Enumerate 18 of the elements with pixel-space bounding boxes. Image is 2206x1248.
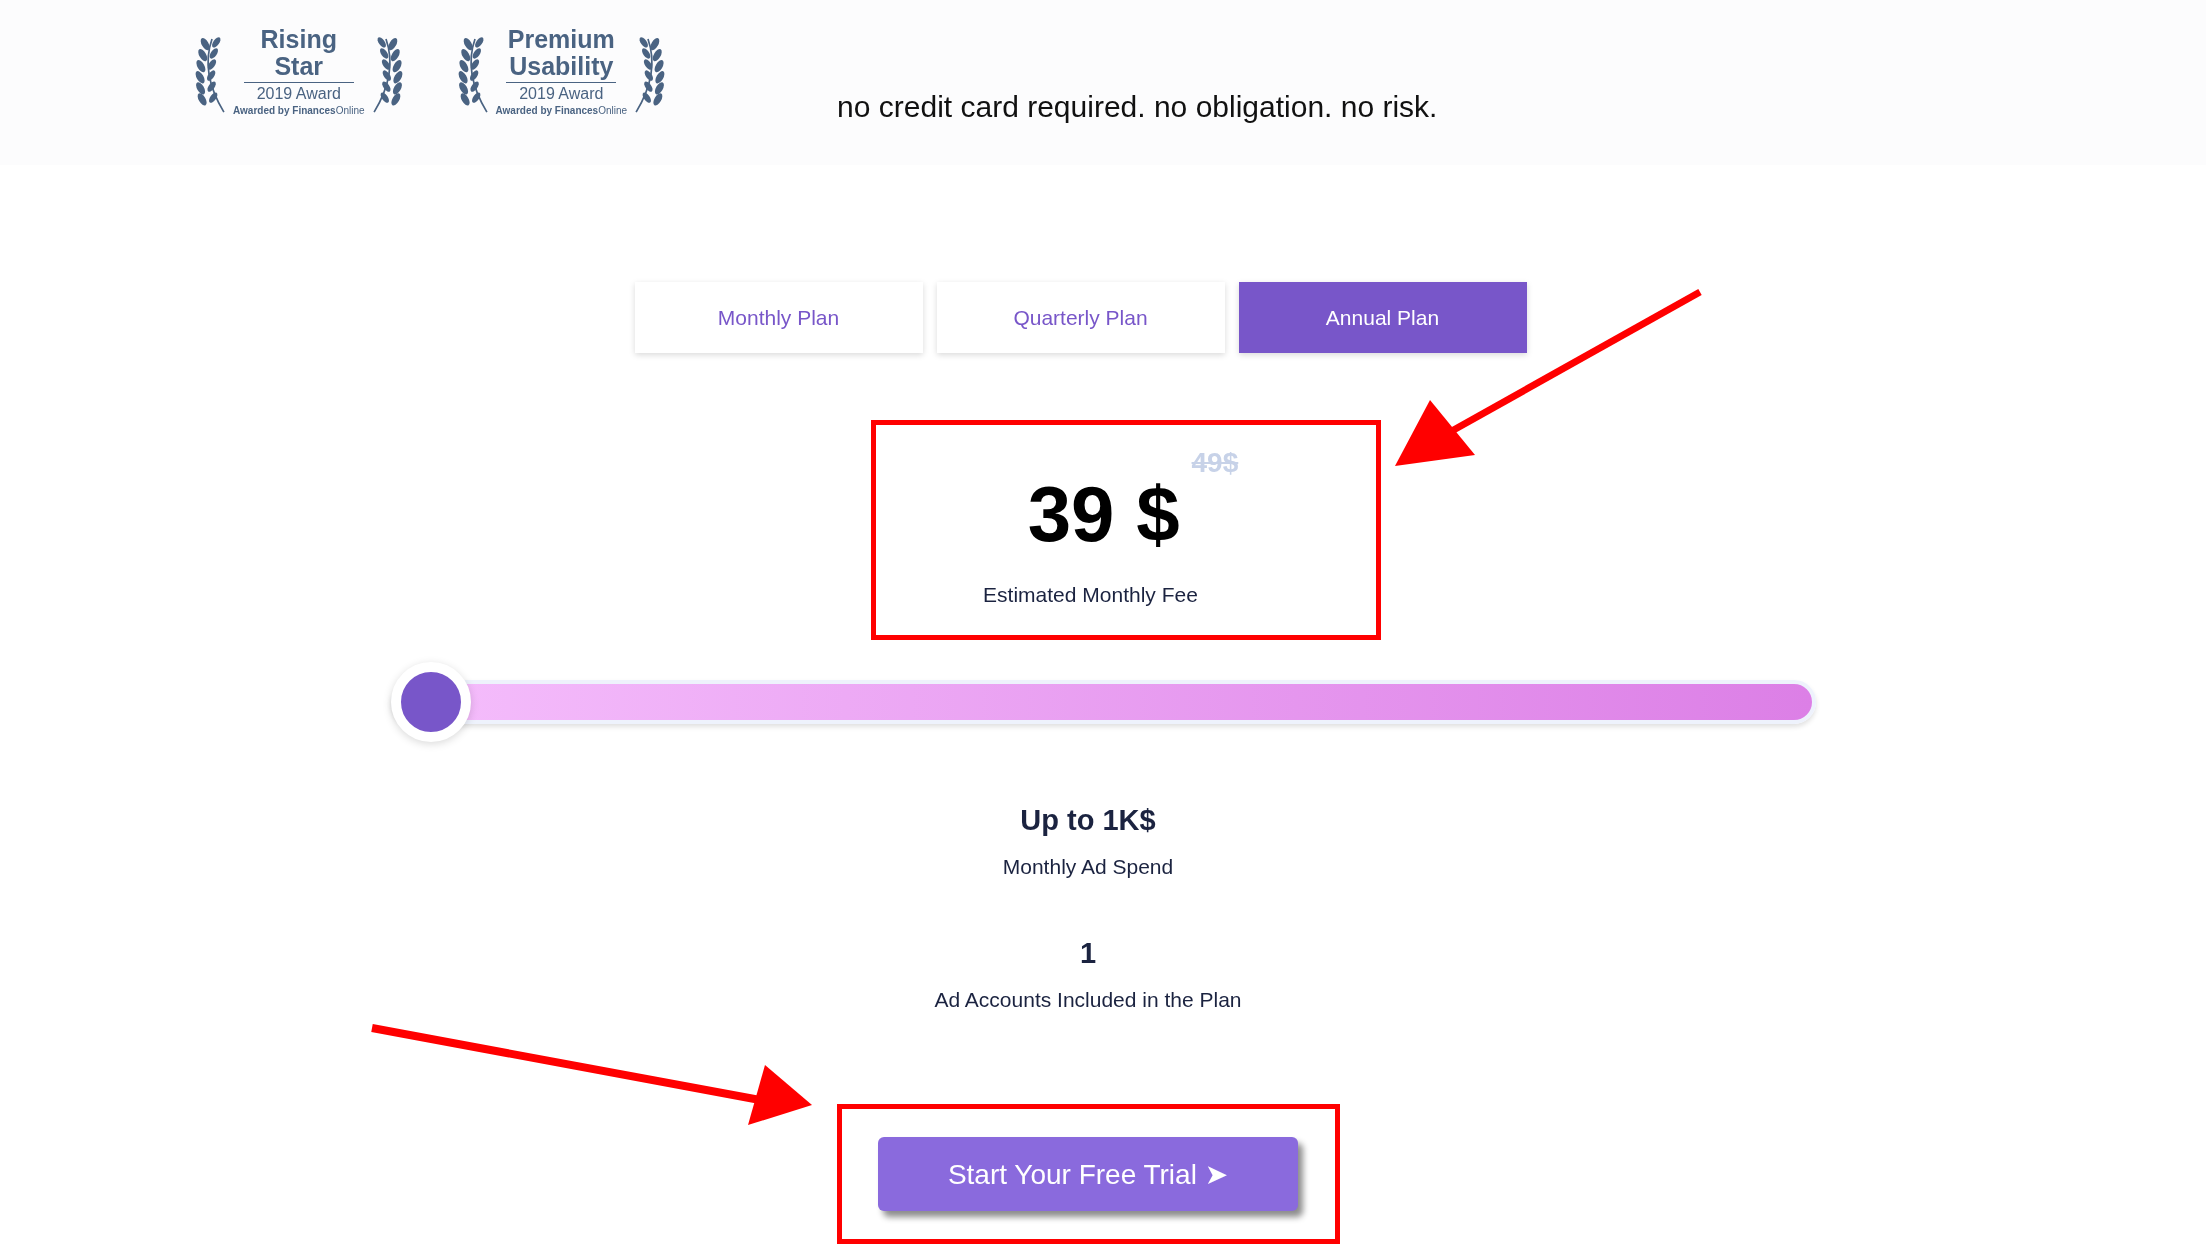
stat-value: Up to 1K$	[1020, 804, 1156, 837]
award-title: Premium Usability	[506, 26, 617, 83]
award-title: Rising Star	[243, 26, 354, 83]
award-credit: Awarded by FinancesOnline	[233, 105, 365, 116]
stat-label: Monthly Ad Spend	[1002, 855, 1174, 879]
plan-tab[interactable]: Annual Plan	[1238, 282, 1527, 353]
stat-value: 1	[1079, 937, 1097, 970]
price-caption: Estimated Monthly Fee	[983, 583, 1198, 607]
old-price: 49$	[1191, 447, 1239, 479]
tagline: no credit card required. no obligation. no risk.	[837, 90, 1438, 124]
plan-tab[interactable]: Monthly Plan	[634, 282, 923, 353]
award-year: 2019 Award	[256, 85, 341, 103]
award-credit: Awarded by FinancesOnline	[495, 105, 628, 116]
price: 39 $	[1027, 469, 1180, 559]
start-trial-button[interactable]: Start Your Free Trial ➤	[878, 1137, 1298, 1211]
stat-label: Ad Accounts Included in the Plan	[934, 988, 1242, 1012]
plan-tab[interactable]: Quarterly Plan	[936, 282, 1225, 353]
award-year: 2019 Award	[519, 85, 604, 103]
